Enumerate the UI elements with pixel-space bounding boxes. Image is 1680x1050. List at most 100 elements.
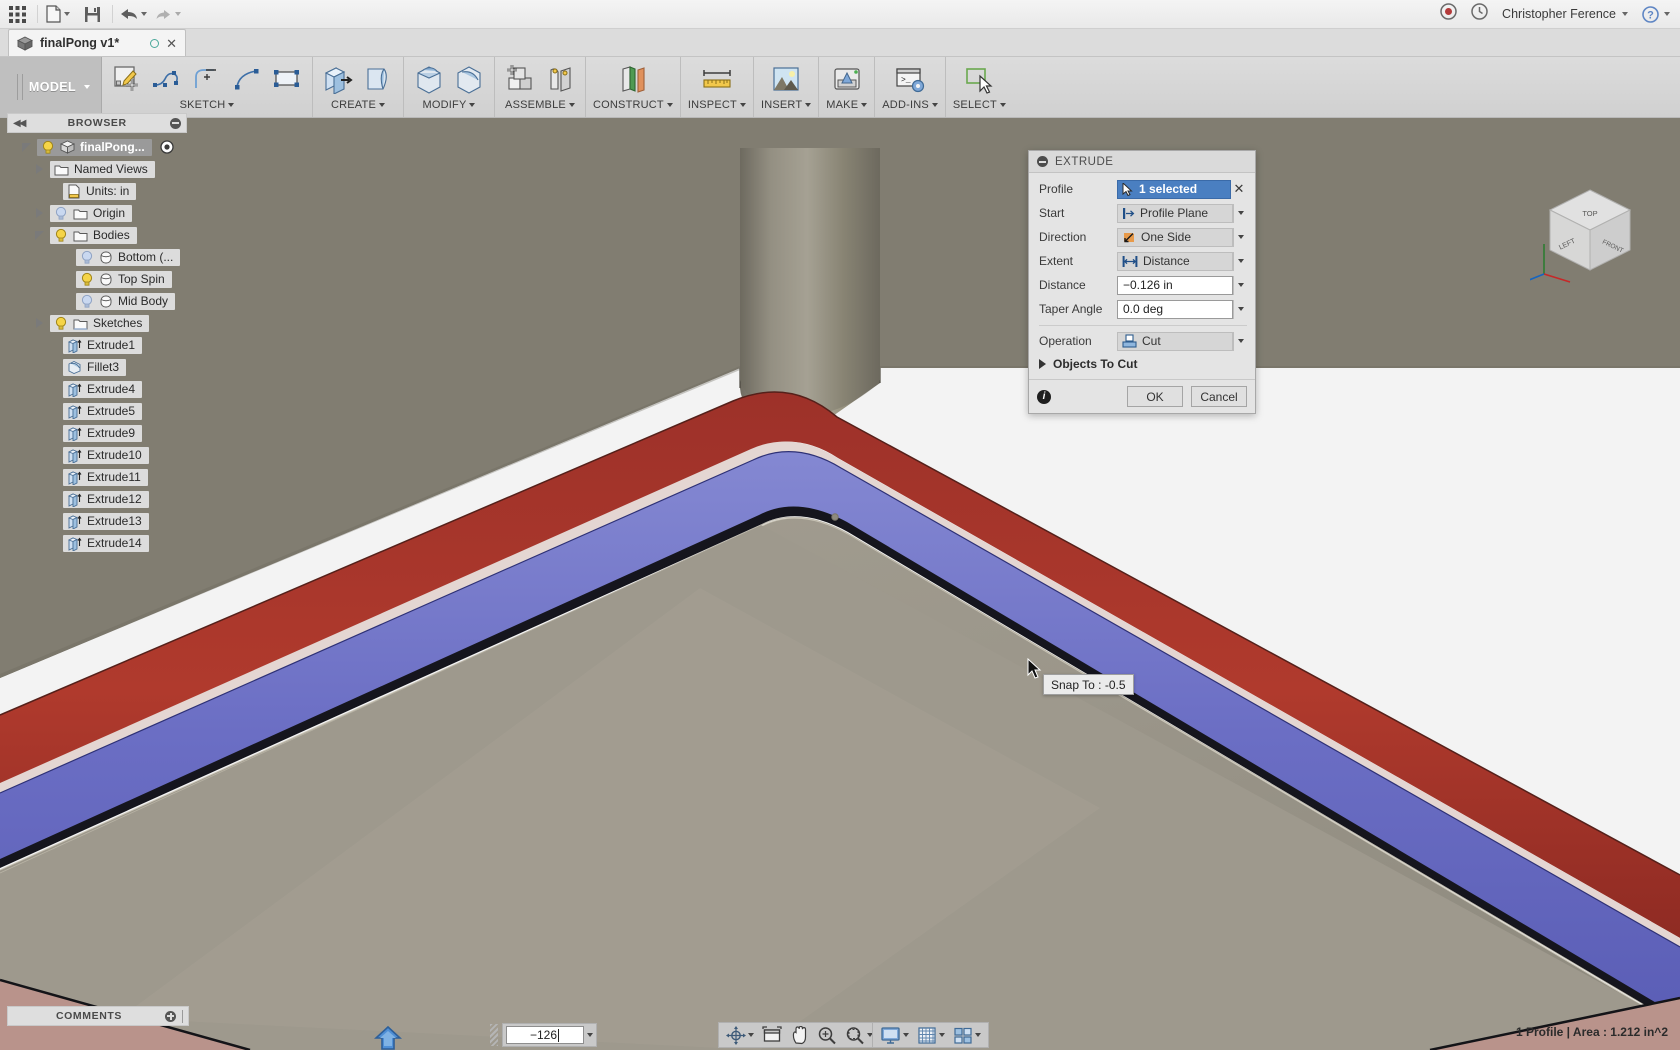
browser-tree-item-fillet3[interactable]: Fillet3 [7,356,187,378]
chevron-down-icon-inspect[interactable] [739,103,746,107]
chevron-down-icon-direction[interactable] [1233,227,1247,247]
extrude-row-control[interactable]: Distance [1117,251,1247,271]
chevron-down-icon-orbit[interactable] [748,1033,754,1037]
extrude-dialog-header[interactable]: EXTRUDE [1029,151,1255,173]
browser-tree-item-extrude10[interactable]: Extrude10 [7,444,187,466]
browser-tree-item-extrude4[interactable]: Extrude4 [7,378,187,400]
new-file-icon[interactable] [41,1,75,28]
fit-icon[interactable] [842,1024,876,1047]
tree-item-chip[interactable]: Bodies [50,226,137,244]
visibility-bulb-icon[interactable] [80,272,94,287]
browser-tree-item-units-in[interactable]: Units: in [7,180,187,202]
chevron-down-icon-help[interactable] [1664,12,1670,16]
tree-item-chip[interactable]: Extrude13 [63,512,149,530]
orbit-icon[interactable] [723,1024,757,1047]
save-icon[interactable] [75,1,109,28]
distance-input[interactable]: −0.126 in [1117,275,1233,295]
fillet-icon[interactable] [451,61,487,97]
ribbon-group-label-assemble[interactable]: ASSEMBLE [505,99,575,111]
chevron-down-icon-modify[interactable] [469,103,476,107]
browser-tree-item-extrude12[interactable]: Extrude12 [7,488,187,510]
create-sketch-icon[interactable] [109,61,145,97]
chevron-down-icon-make[interactable] [861,103,868,107]
browser-tree-item-extrude9[interactable]: Extrude9 [7,422,187,444]
ribbon-group-label-construct[interactable]: CONSTRUCT [593,99,673,111]
tree-item-chip[interactable]: finalPong... [37,138,152,156]
press-pull-icon[interactable] [411,61,447,97]
chevron-down-icon-grid[interactable] [939,1033,945,1037]
comments-panel[interactable]: COMMENTS [7,1006,189,1026]
help-icon[interactable]: ? [1642,5,1659,23]
scripts-addins-icon[interactable]: >_ [892,61,928,97]
visibility-bulb-icon[interactable] [54,228,68,243]
ok-button[interactable]: OK [1127,386,1183,407]
browser-tree-item-extrude14[interactable]: Extrude14 [7,532,187,554]
chevron-down-icon-assemble[interactable] [568,103,575,107]
operation-selector[interactable]: Cut [1117,331,1233,351]
tree-item-chip[interactable]: Extrude9 [63,424,143,442]
extent-selector[interactable]: Distance [1117,251,1233,271]
chevron-down-icon-workspace[interactable] [84,85,91,89]
expand-triangle-right-icon[interactable] [32,318,46,328]
tree-item-chip[interactable]: Extrude1 [63,336,143,354]
extrude-dialog-body[interactable]: Profile 1 selected ✕ Start Profile Plane Di… [1029,173,1255,355]
3d-print-icon[interactable] [829,61,865,97]
help-menu[interactable]: ? [1642,5,1670,23]
browser-tree[interactable]: finalPong... Named Views Units: in Origi… [7,136,187,554]
grid-snaps-icon[interactable] [914,1024,948,1047]
chevron-down-icon[interactable] [64,12,70,16]
ribbon-toolbar[interactable]: MODEL SKETCH CREATE MODIFY ASSEMBLE CONS… [0,57,1680,118]
chevron-down-icon-distance[interactable] [1233,275,1247,295]
minimize-icon[interactable] [170,117,181,129]
double-left-arrow-icon[interactable]: ◀◀ [13,118,26,129]
view-cube[interactable]: TOP LEFT FRONT [1523,178,1650,288]
chevron-down-icon-select[interactable] [999,103,1006,107]
tree-item-chip[interactable]: Fillet3 [63,358,127,376]
chevron-right-icon[interactable] [1039,359,1046,369]
chevron-down-icon-insert[interactable] [805,103,812,107]
start-selector[interactable]: Profile Plane [1117,203,1233,223]
extrude-dialog-footer[interactable]: i OK Cancel [1029,379,1255,413]
chevron-down-icon-undo[interactable] [141,12,147,16]
visibility-toggle[interactable] [41,140,55,155]
timeline-bar[interactable]: −126 [490,1022,597,1048]
visibility-toggle[interactable] [54,228,68,243]
info-icon[interactable]: i [1037,389,1051,404]
clear-selection-icon[interactable]: ✕ [1231,181,1247,197]
tree-item-chip[interactable]: Extrude14 [63,534,149,552]
navigation-toolbar[interactable] [718,1022,881,1048]
joint-icon[interactable] [542,61,578,97]
zoom-icon[interactable] [814,1024,840,1047]
visibility-bulb-icon[interactable] [54,316,68,331]
tree-item-chip[interactable]: Mid Body [76,292,176,310]
ribbon-group-label-create[interactable]: CREATE [331,99,385,111]
browser-panel[interactable]: ◀◀ BROWSER finalPong... Named Views Unit… [7,113,187,554]
ribbon-group-label-sketch[interactable]: SKETCH [180,99,235,111]
browser-tree-item-origin[interactable]: Origin [7,202,187,224]
add-comment-icon[interactable] [165,1010,176,1022]
extrude-row-control[interactable]: 1 selected ✕ [1117,179,1247,199]
ribbon-group-label-make[interactable]: MAKE [826,99,868,111]
tree-item-chip[interactable]: Sketches [50,314,150,332]
visibility-toggle[interactable] [54,316,68,331]
extrude-row-control[interactable]: −0.126 in [1117,275,1247,295]
browser-tree-item-extrude13[interactable]: Extrude13 [7,510,187,532]
browser-tree-item-extrude5[interactable]: Extrude5 [7,400,187,422]
cancel-button[interactable]: Cancel [1191,386,1247,407]
expand-triangle-down-icon[interactable] [32,230,46,240]
visibility-bulb-icon[interactable] [80,294,94,309]
tree-item-chip[interactable]: Extrude10 [63,446,149,464]
extrude-row-control[interactable]: One Side [1117,227,1247,247]
objects-to-cut-row[interactable]: Objects To Cut [1029,355,1255,379]
record-icon[interactable] [1440,3,1457,25]
new-component-icon[interactable] [502,61,538,97]
ribbon-group-label-inspect[interactable]: INSPECT [688,99,746,111]
timeline-home-button[interactable] [373,1025,403,1050]
target-icon[interactable] [160,140,174,154]
extrude-row-control[interactable]: Profile Plane [1117,203,1247,223]
visibility-toggle[interactable] [54,206,68,221]
chevron-down-icon-extent[interactable] [1233,251,1247,271]
grid-apps-icon[interactable] [0,1,34,28]
application-toolbar[interactable]: Christopher Ference ? [0,0,1680,29]
browser-tree-item-named-views[interactable]: Named Views [7,158,187,180]
